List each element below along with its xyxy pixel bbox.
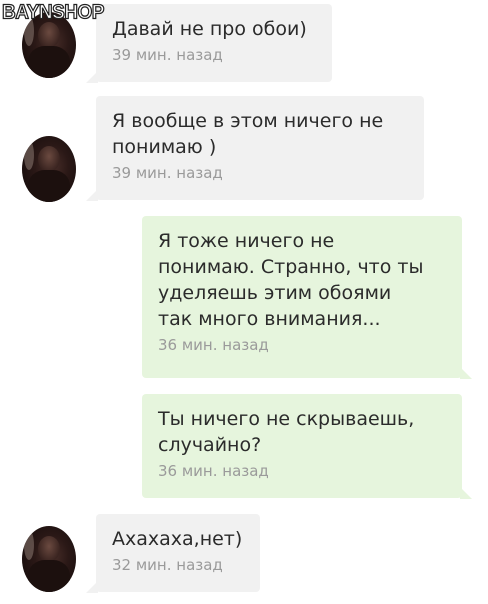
watermark-logo: BAYNSHOP [1, 1, 105, 24]
message-bubble-outgoing[interactable]: Я тоже ничего не понимаю. Странно, что т… [142, 216, 472, 379]
message-text: Давай не про обои) [112, 18, 307, 40]
message-timestamp: 39 мин. назад [112, 46, 223, 64]
message-bubble-incoming[interactable]: Ахахаха,нет) 32 мин. назад [86, 514, 260, 593]
message-timestamp: 36 мин. назад [158, 462, 269, 480]
chat-screen: BAYNSHOP Давай не про обои) 39 мин. наза… [0, 0, 488, 604]
avatar[interactable] [22, 136, 76, 202]
message-text: Ахахаха,нет) [112, 528, 243, 550]
bubble-tail [460, 487, 472, 499]
message-timestamp: 32 мин. назад [112, 556, 223, 574]
message-text: Я тоже ничего не понимаю. Странно, что т… [158, 230, 424, 330]
bubble-tail [86, 581, 98, 593]
message-timestamp: 36 мин. назад [158, 336, 269, 354]
message-text: Я вообще в этом ничего не понимаю ) [112, 110, 384, 158]
bubble-tail [86, 189, 98, 201]
message-bubble-outgoing[interactable]: Ты ничего не скрываешь, случайно? 36 мин… [142, 394, 472, 499]
message-bubble-incoming[interactable]: Давай не про обои) 39 мин. назад [86, 4, 332, 83]
bubble-tail [460, 367, 472, 379]
message-timestamp: 39 мин. назад [112, 164, 223, 182]
message-text: Ты ничего не скрываешь, случайно? [158, 408, 415, 456]
message-bubble-incoming[interactable]: Я вообще в этом ничего не понимаю ) 39 м… [86, 96, 424, 201]
avatar[interactable] [22, 526, 76, 592]
bubble-tail [86, 71, 98, 83]
